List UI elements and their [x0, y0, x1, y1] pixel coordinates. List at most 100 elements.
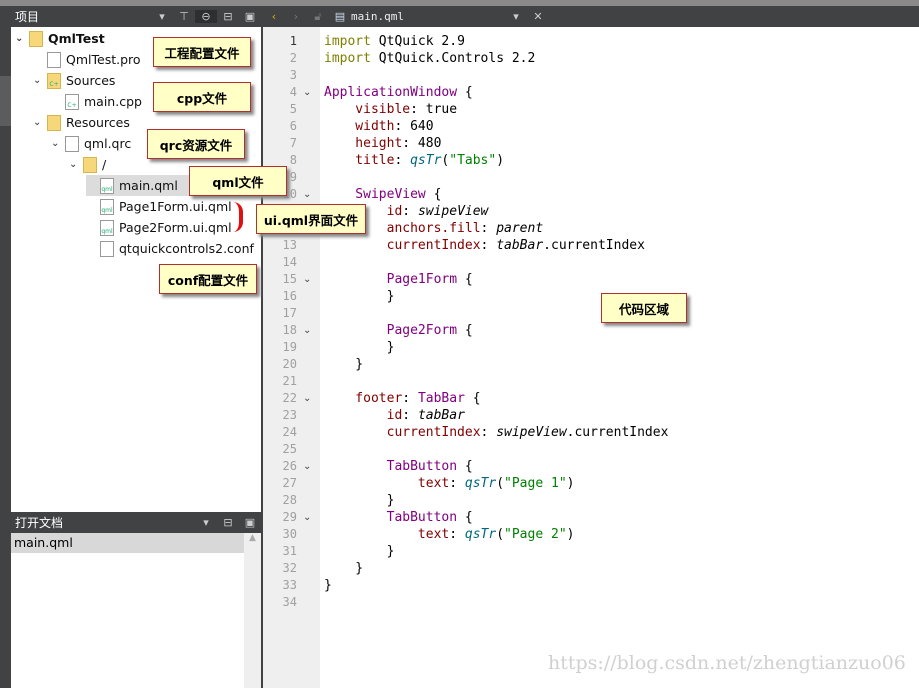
code-token: (: [496, 527, 505, 542]
tree-item[interactable]: ⌄ QmlTest: [15, 28, 105, 49]
code-token: }: [324, 578, 332, 593]
code-token: visible: [324, 102, 411, 117]
fold-chevron-icon[interactable]: ⌄: [303, 390, 311, 407]
tree-item[interactable]: qtquickcontrols2.conf: [86, 238, 254, 259]
line-number: 14: [282, 255, 297, 269]
annotation-qrc-file: qrc资源文件: [147, 129, 245, 159]
code-token: tabBar: [417, 408, 465, 423]
tree-item-label: qml.qrc: [84, 136, 132, 151]
line-number: 17: [282, 306, 297, 320]
code-line: currentIndex: swipeView.currentIndex: [324, 424, 669, 441]
code-token: ApplicationWindow: [324, 85, 458, 100]
dropdown-icon[interactable]: ▾: [505, 10, 527, 23]
code-token: : 640: [394, 119, 434, 134]
tree-item[interactable]: QmlTest.pro: [33, 49, 141, 70]
code-line: Page2Form {: [324, 322, 668, 339]
dropdown-icon[interactable]: ▾: [195, 516, 217, 529]
split-icon[interactable]: ⊟: [217, 516, 239, 529]
chevron-down-icon[interactable]: ⌄: [51, 138, 65, 149]
annotation-uiqml-file: ui.qml界面文件: [256, 204, 366, 234]
tree-item[interactable]: ⌄ qml.qrc: [51, 133, 131, 154]
code-token: width: [324, 119, 395, 134]
project-panel-title: 项目: [15, 10, 40, 24]
filter-icon[interactable]: ⊤: [173, 10, 195, 23]
close-panel-icon[interactable]: ▣: [239, 10, 261, 23]
code-token: TabBar: [417, 391, 465, 406]
line-number: 32: [282, 561, 297, 575]
mode-sidebar[interactable]: [0, 6, 11, 688]
code-line: import QtQuick 2.9: [324, 33, 668, 50]
line-number: 4: [289, 85, 297, 99]
tree-item[interactable]: qml Page2Form.ui.qml: [86, 217, 232, 238]
line-number: 24: [282, 425, 297, 439]
fold-chevron-icon[interactable]: ⌄: [303, 271, 311, 288]
tree-item-label: Sources: [66, 73, 116, 88]
tree-item-label: Page1Form.ui.qml: [119, 199, 232, 214]
code-token: {: [457, 85, 473, 100]
code-token: }: [324, 544, 395, 559]
code-token: footer: [324, 391, 403, 406]
close-icon[interactable]: ✕: [527, 10, 549, 23]
fold-chevron-icon[interactable]: ⌄: [303, 84, 311, 101]
line-number-gutter: 1234⌄5678910⌄1112131415⌄161718⌄19202122⌄…: [263, 27, 320, 688]
code-token: import: [324, 51, 379, 66]
code-line: }: [324, 492, 668, 509]
back-icon[interactable]: ‹: [263, 10, 285, 23]
annotation-project-file: 工程配置文件: [153, 37, 251, 67]
code-token: :: [394, 153, 411, 168]
open-docs-title: 打开文档: [15, 516, 64, 530]
code-token: {: [425, 187, 442, 202]
qt-project-icon: [29, 30, 43, 47]
chevron-down-icon[interactable]: ⌄: [33, 117, 47, 128]
code-token: .currentIndex: [543, 238, 645, 253]
tree-item[interactable]: ⌄ Resources: [33, 112, 130, 133]
tree-item-label: Page2Form.ui.qml: [119, 220, 232, 235]
code-token: currentIndex: [324, 238, 481, 253]
code-line: currentIndex: tabBar.currentIndex: [324, 237, 668, 254]
code-line: import QtQuick.Controls 2.2: [324, 50, 668, 67]
open-docs-list[interactable]: main.qml ▲: [11, 533, 261, 688]
fold-chevron-icon[interactable]: ⌄: [303, 458, 311, 475]
qml-file-icon: qml: [100, 219, 114, 236]
split-icon[interactable]: ⊟: [217, 10, 239, 23]
chevron-down-icon[interactable]: ⌄: [15, 33, 29, 44]
code-token: Page2Form: [324, 323, 458, 338]
line-number: 34: [282, 595, 297, 609]
tree-item[interactable]: qml Page1Form.ui.qml: [86, 196, 232, 217]
close-panel-icon[interactable]: ▣: [239, 516, 261, 529]
forward-icon[interactable]: ›: [285, 10, 307, 23]
editor-filename[interactable]: main.qml: [351, 10, 505, 23]
fold-chevron-icon[interactable]: ⌄: [303, 186, 311, 203]
code-line: width: 640: [324, 118, 668, 135]
line-number: 13: [282, 238, 297, 252]
code-token: :: [402, 408, 418, 423]
code-token: ): [566, 476, 575, 491]
chevron-down-icon[interactable]: ⌄: [69, 159, 83, 170]
fold-chevron-icon[interactable]: ⌄: [303, 322, 311, 339]
line-number: 2: [289, 51, 297, 65]
qml-file-icon: qml: [100, 198, 114, 215]
code-token: "Tabs": [449, 153, 497, 168]
code-token: height: [324, 136, 403, 151]
code-line: height: 480: [324, 135, 668, 152]
code-line: footer: TabBar {: [324, 390, 668, 407]
open-doc-item[interactable]: main.qml: [11, 533, 244, 553]
scrollbar[interactable]: ▲: [244, 533, 261, 688]
code-token: qsTr: [464, 527, 497, 542]
chevron-down-icon[interactable]: ⌄: [33, 75, 47, 86]
fold-chevron-icon[interactable]: ⌄: [303, 509, 311, 526]
code-token: SwipeView: [324, 187, 426, 202]
code-token: {: [457, 272, 473, 287]
tree-item[interactable]: C+ main.cpp: [51, 91, 142, 112]
code-token: :: [480, 221, 497, 236]
dropdown-icon[interactable]: ▾: [151, 10, 173, 23]
tree-item[interactable]: ⌄ /: [69, 154, 106, 175]
code-token: :: [402, 204, 418, 219]
link-icon[interactable]: ⊖: [195, 10, 217, 23]
code-token: }: [324, 561, 364, 576]
tree-item[interactable]: ⌄ C+ Sources: [33, 70, 115, 91]
